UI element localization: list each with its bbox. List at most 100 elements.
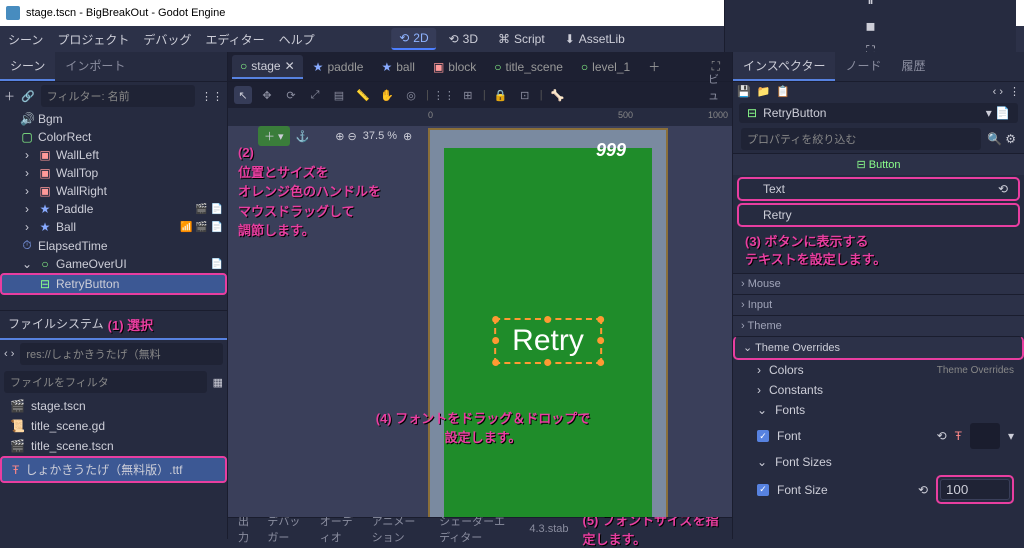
add-scene-icon[interactable]: ＋ [640,54,668,79]
tab-node[interactable]: ノード [835,52,891,81]
tree-node-retrybutton: ⊟RetryButton [0,273,227,295]
window-title: stage.tscn - BigBreakOut - Godot Engine [26,7,225,19]
save-icon[interactable]: 💾 [737,85,751,98]
inspector-object[interactable]: RetryButton [763,106,826,120]
select-tool-icon[interactable]: ↖ [234,86,252,104]
add-node-icon[interactable]: ＋ [4,88,15,104]
shader-tab[interactable]: シェーダーエディター [439,513,515,545]
prop-text-label: Text [763,182,990,196]
open-scenes-tabs: ○stage ✕ ★paddle ★ball ▣block ○title_sce… [228,52,732,82]
tree-node: ›▣WallTop [0,164,227,182]
game-preview: 999 Retry [428,128,668,517]
property-filter[interactable]: プロパティを絞り込む [741,128,981,150]
annotation-1: (1) 選択 [108,315,154,334]
app-icon [6,6,20,20]
prop-fonts[interactable]: Fonts [775,403,1014,417]
revert-icon[interactable]: ⟲ [998,182,1008,196]
scale-tool-icon[interactable]: ⤢ [306,86,324,104]
tab-inspector[interactable]: インスペクター [733,52,835,81]
move-tool-icon[interactable]: ✥ [258,86,276,104]
rotate-tool-icon[interactable]: ⟳ [282,86,300,104]
grid-snap-icon[interactable]: ⊞ [459,86,477,104]
debugger-tab[interactable]: デバッガー [267,513,305,545]
prop-text-value[interactable]: Retry [763,208,792,222]
scene-tab[interactable]: ○title_scene [486,56,571,78]
prop-font-sizes[interactable]: Font Sizes [775,455,1014,469]
output-tab[interactable]: 出力 [238,513,253,545]
section-theme[interactable]: › Theme [733,315,1024,336]
prop-font-size: Font Size [777,483,910,497]
workspace-assetlib[interactable]: ⬇ AssetLib [557,28,633,50]
scene-tab[interactable]: ★ball [373,56,422,78]
fs-filter-input[interactable]: ファイルをフィルタ [4,371,207,393]
animation-tab[interactable]: アニメーション [372,513,425,545]
prop-constants[interactable]: Constants [769,383,1014,397]
lock-icon[interactable]: 🔒 [492,86,510,104]
view-menu[interactable]: ビュー [708,86,726,104]
menu-help[interactable]: ヘルプ [279,31,315,48]
stop-button[interactable]: ◼ [866,19,876,33]
fontsize-checkbox[interactable]: ✓ [757,484,769,496]
anchor-icon[interactable]: ⚓ [296,130,310,143]
list-tool-icon[interactable]: ▤ [330,86,348,104]
tree-node: ⏱ElapsedTime [0,236,227,255]
revert-icon[interactable]: ⟲ [918,483,928,497]
version-label: 4.3.stab [529,523,568,535]
revert-icon[interactable]: ⟲ [937,429,947,443]
menu-debug[interactable]: デバッグ [143,31,191,48]
annotation-2: (2) 位置とサイズを オレンジ色のハンドルを マウスドラッグして 調節します。 [238,143,381,241]
font-preview[interactable] [970,423,1000,449]
file-item-font[interactable]: Ŧしょかきうたげ（無料版）.ttf [0,456,227,483]
filter-menu-icon[interactable]: ⋮⋮ [201,90,223,103]
scene-filter-input[interactable]: フィルター: 名前 [41,85,195,107]
group-icon[interactable]: ⊡ [516,86,534,104]
scene-tree: 🔊Bgm ▢ColorRect ›▣WallLeft ›▣WallTop ›▣W… [0,110,227,310]
tab-import[interactable]: インポート [55,52,135,81]
tab-history[interactable]: 履歴 [891,52,935,81]
class-button[interactable]: ⊟ Button [733,153,1024,175]
zoom-level[interactable]: 37.5 % [363,130,397,142]
canvas-viewport[interactable]: 0 500 1000 ＋ ▾ ⚓ ⊕ ⊖ 37.5 % ⊕ 999 Retry [228,108,732,517]
retry-button-preview[interactable]: Retry [494,318,602,364]
file-item[interactable]: 🎬stage.tscn [0,396,227,416]
tab-scene[interactable]: シーン [0,52,55,81]
scene-tab[interactable]: ○level_1 [573,56,638,78]
workspace-script[interactable]: ⌘ Script [490,28,553,50]
filesystem-header: ファイルシステム [8,315,104,334]
file-item[interactable]: 🎬title_scene.tscn [0,436,227,456]
snap-icon[interactable]: ⋮⋮ [435,86,453,104]
scene-tab[interactable]: ▣block [425,56,484,78]
tree-node: 🔊Bgm [0,110,227,128]
pan-tool-icon[interactable]: ✋ [378,86,396,104]
link-icon[interactable]: 🔗 [21,90,35,103]
scene-tab[interactable]: ○stage ✕ [232,55,303,79]
bone-icon[interactable]: 🦴 [549,86,567,104]
font-drop-icon[interactable]: Ŧ [955,429,962,443]
copy-icon[interactable]: 📋 [776,85,790,98]
tree-node: ›▣WallLeft [0,146,227,164]
menu-scene[interactable]: シーン [8,31,43,48]
ruler-tool-icon[interactable]: 📏 [354,86,372,104]
scene-tab[interactable]: ★paddle [305,56,372,78]
audio-tab[interactable]: オーディオ [320,513,358,545]
pause-button[interactable]: ⏸ [867,0,873,9]
tree-node: ▢ColorRect [0,128,227,146]
score-text: 999 [596,140,626,161]
font-checkbox[interactable]: ✓ [757,430,769,442]
fs-path[interactable]: res://しょかきうたげ（無料 [20,343,223,365]
load-icon[interactable]: 📁 [757,85,771,98]
main-menu-bar: シーン プロジェクト デバッグ エディター ヘルプ ⟲ 2D ⟲ 3D ⌘ Sc… [0,26,1024,52]
workspace-2d[interactable]: ⟲ 2D [391,28,436,50]
font-size-input[interactable] [940,479,1010,500]
section-input[interactable]: › Input [733,294,1024,315]
ruler-horizontal: 0 500 1000 [228,108,732,126]
section-mouse[interactable]: › Mouse [733,273,1024,294]
menu-project[interactable]: プロジェクト [57,31,129,48]
pivot-tool-icon[interactable]: ◎ [402,86,420,104]
workspace-3d[interactable]: ⟲ 3D [441,28,486,50]
file-item[interactable]: 📜title_scene.gd [0,416,227,436]
section-theme-overrides[interactable]: ⌄ Theme Overrides [733,336,1024,360]
prop-colors[interactable]: Colors [769,363,929,377]
annotation-3: (3) ボタンに表示する テキストを設定します。 [733,229,1024,273]
menu-editor[interactable]: エディター [205,31,264,48]
